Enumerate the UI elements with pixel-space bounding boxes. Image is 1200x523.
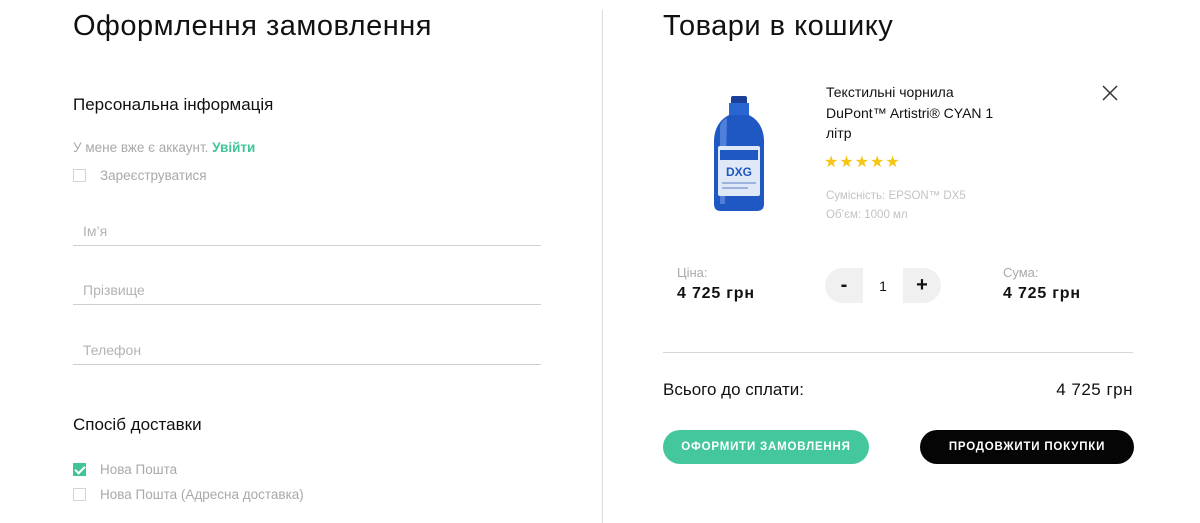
continue-shopping-button[interactable]: ПРОДОВЖИТИ ПОКУПКИ xyxy=(920,430,1134,464)
quantity-increase-button[interactable]: + xyxy=(903,268,941,303)
delivery-option-nova-poshta[interactable]: Нова Пошта xyxy=(73,462,177,477)
register-checkbox-row[interactable]: Зареєструватися xyxy=(73,168,207,183)
product-rating-stars: ★★★★★ xyxy=(824,154,901,171)
quantity-value[interactable]: 1 xyxy=(863,268,903,303)
delivery-heading: Спосіб доставки xyxy=(73,415,202,434)
account-prompt: У мене вже є аккаунт. Увійти xyxy=(73,140,255,155)
total-value: 4 725 грн xyxy=(1056,380,1133,399)
cart-title: Товари в кошику xyxy=(663,10,894,42)
surname-field[interactable] xyxy=(73,275,541,304)
sum-label: Сума: xyxy=(1003,265,1039,280)
cart-section: Товари в кошику DXG Текстильні чорнила D… xyxy=(663,0,1135,523)
quantity-decrease-button[interactable]: - xyxy=(825,268,863,303)
checkout-form-section: Оформлення замовлення Персональна інформ… xyxy=(73,0,543,523)
close-icon[interactable] xyxy=(1101,84,1119,102)
product-bottle-image: DXG xyxy=(714,96,764,211)
product-volume: Об’єм: 1000 мл xyxy=(826,209,908,221)
product-name[interactable]: Текстильні чорнила DuPont™ Artistri® CYA… xyxy=(826,82,996,144)
quantity-stepper: - 1 + xyxy=(825,268,941,303)
account-prompt-text: У мене вже є аккаунт. xyxy=(73,140,209,155)
sum-value: 4 725 грн xyxy=(1003,285,1081,302)
checkout-title: Оформлення замовлення xyxy=(73,10,432,42)
phone-field-wrapper xyxy=(73,335,541,365)
login-link[interactable]: Увійти xyxy=(212,140,255,155)
section-divider xyxy=(602,10,603,523)
bottle-brand-label: DXG xyxy=(726,165,752,179)
delivery-option-label: Нова Пошта xyxy=(100,462,178,477)
total-label: Всього до сплати: xyxy=(663,380,804,399)
phone-field[interactable] xyxy=(73,335,541,364)
register-checkbox[interactable] xyxy=(73,169,86,182)
place-order-button[interactable]: ОФОРМИТИ ЗАМОВЛЕННЯ xyxy=(663,430,869,464)
price-label: Ціна: xyxy=(677,265,708,280)
delivery-checkbox-nova-poshta[interactable] xyxy=(73,463,86,476)
name-field-wrapper xyxy=(73,216,541,246)
register-label: Зареєструватися xyxy=(100,168,207,183)
name-field[interactable] xyxy=(73,216,541,245)
delivery-option-label: Нова Пошта (Адресна доставка) xyxy=(100,487,304,502)
personal-info-heading: Персональна інформація xyxy=(73,95,274,114)
delivery-option-address[interactable]: Нова Пошта (Адресна доставка) xyxy=(73,487,304,502)
cart-divider xyxy=(663,352,1133,353)
surname-field-wrapper xyxy=(73,275,541,305)
product-compatibility: Сумісність: EPSON™ DX5 xyxy=(826,190,966,202)
delivery-checkbox-address[interactable] xyxy=(73,488,86,501)
price-value: 4 725 грн xyxy=(677,285,755,302)
